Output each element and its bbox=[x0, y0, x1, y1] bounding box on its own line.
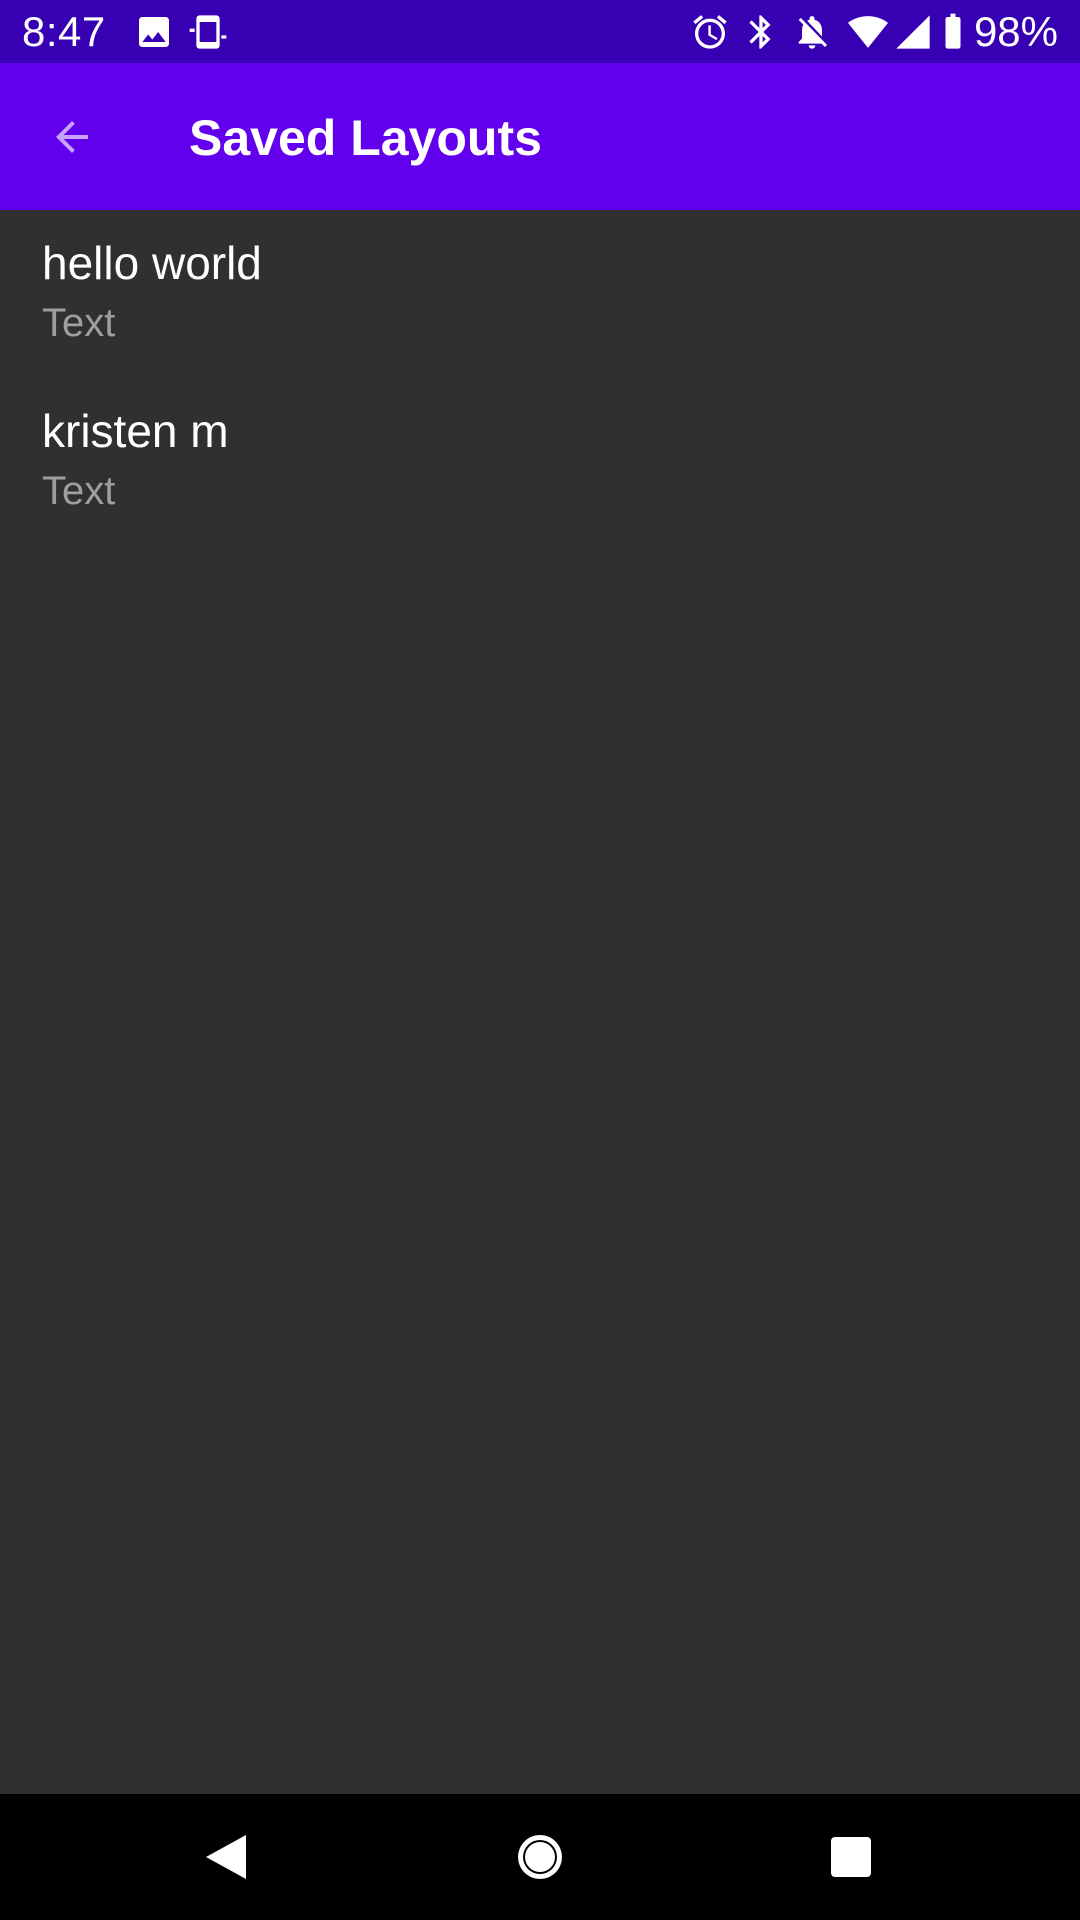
navigation-bar bbox=[0, 1794, 1080, 1920]
saved-layouts-list: hello world Text kristen m Text bbox=[0, 210, 1080, 546]
alarm-icon bbox=[690, 12, 730, 52]
device-icon bbox=[188, 12, 228, 52]
signal-icon bbox=[893, 12, 933, 52]
wifi-icon bbox=[848, 12, 888, 52]
battery-percentage: 98% bbox=[973, 8, 1058, 55]
app-bar: Saved Layouts bbox=[0, 63, 1080, 210]
layout-subtitle: Text bbox=[42, 301, 116, 345]
battery-icon bbox=[936, 12, 970, 52]
back-button[interactable] bbox=[32, 104, 116, 170]
layout-subtitle: Text bbox=[42, 469, 116, 513]
status-bar: 8:47 98% bbox=[0, 0, 1080, 63]
layout-title: hello world bbox=[42, 237, 262, 289]
recents-square-icon bbox=[831, 1837, 871, 1877]
image-icon bbox=[134, 12, 174, 52]
nav-recents-button[interactable] bbox=[811, 1817, 891, 1897]
list-item[interactable]: kristen m Text bbox=[0, 378, 1080, 546]
arrow-back-icon bbox=[56, 121, 88, 153]
list-item[interactable]: hello world Text bbox=[0, 210, 1080, 378]
nav-home-button[interactable] bbox=[500, 1817, 580, 1897]
back-triangle-icon bbox=[206, 1835, 246, 1879]
bluetooth-icon bbox=[741, 12, 781, 52]
screen: 8:47 98% Saved Layouts hello world Text … bbox=[0, 0, 1080, 1920]
status-time: 8:47 bbox=[22, 8, 106, 55]
nav-back-button[interactable] bbox=[186, 1817, 266, 1897]
layout-title: kristen m bbox=[42, 405, 229, 457]
page-title: Saved Layouts bbox=[189, 110, 542, 166]
notifications-off-icon bbox=[792, 12, 832, 52]
home-circle-icon bbox=[518, 1835, 562, 1879]
